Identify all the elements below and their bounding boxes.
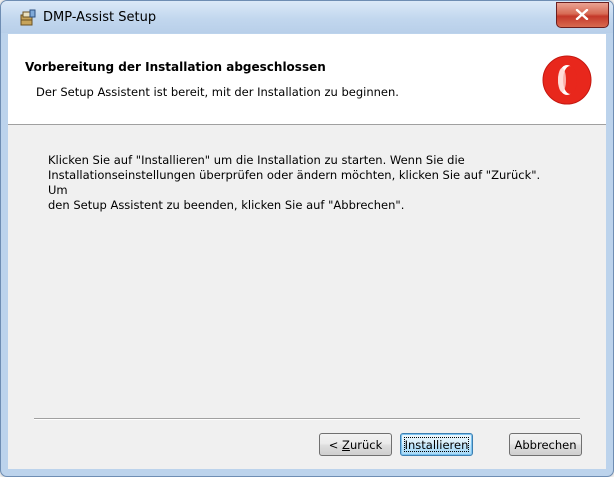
dialog-client-area: Vorbereitung der Installation abgeschlos… bbox=[8, 34, 606, 469]
instructions-text: Klicken Sie auf "Installieren" um die In… bbox=[48, 153, 558, 213]
window-title: DMP-Assist Setup bbox=[43, 10, 157, 25]
header-title: Vorbereitung der Installation abgeschlos… bbox=[25, 60, 326, 74]
button-separator bbox=[34, 418, 580, 420]
cancel-button[interactable]: Abbrechen bbox=[509, 433, 582, 456]
close-icon bbox=[575, 9, 589, 20]
installer-package-icon bbox=[19, 9, 37, 27]
instructions-line: Klicken Sie auf "Installieren" um die In… bbox=[48, 153, 465, 167]
setup-window: DMP-Assist Setup Vorbereitung der Instal… bbox=[0, 0, 614, 477]
header-subtitle: Der Setup Assistent ist bereit, mit der … bbox=[36, 85, 399, 99]
cancel-button-label: Abbrechen bbox=[514, 438, 577, 452]
instructions-line: Installationseinstellungen überprüfen od… bbox=[48, 168, 541, 197]
back-button[interactable]: < Zurück bbox=[319, 433, 392, 456]
close-button[interactable] bbox=[556, 2, 609, 28]
red-circle-logo bbox=[542, 55, 592, 105]
wizard-header: Vorbereitung der Installation abgeschlos… bbox=[8, 34, 606, 125]
install-button[interactable]: Installieren bbox=[400, 433, 473, 456]
title-bar[interactable]: DMP-Assist Setup bbox=[1, 1, 613, 33]
instructions-line: den Setup Assistent zu beenden, klicken … bbox=[48, 198, 405, 212]
